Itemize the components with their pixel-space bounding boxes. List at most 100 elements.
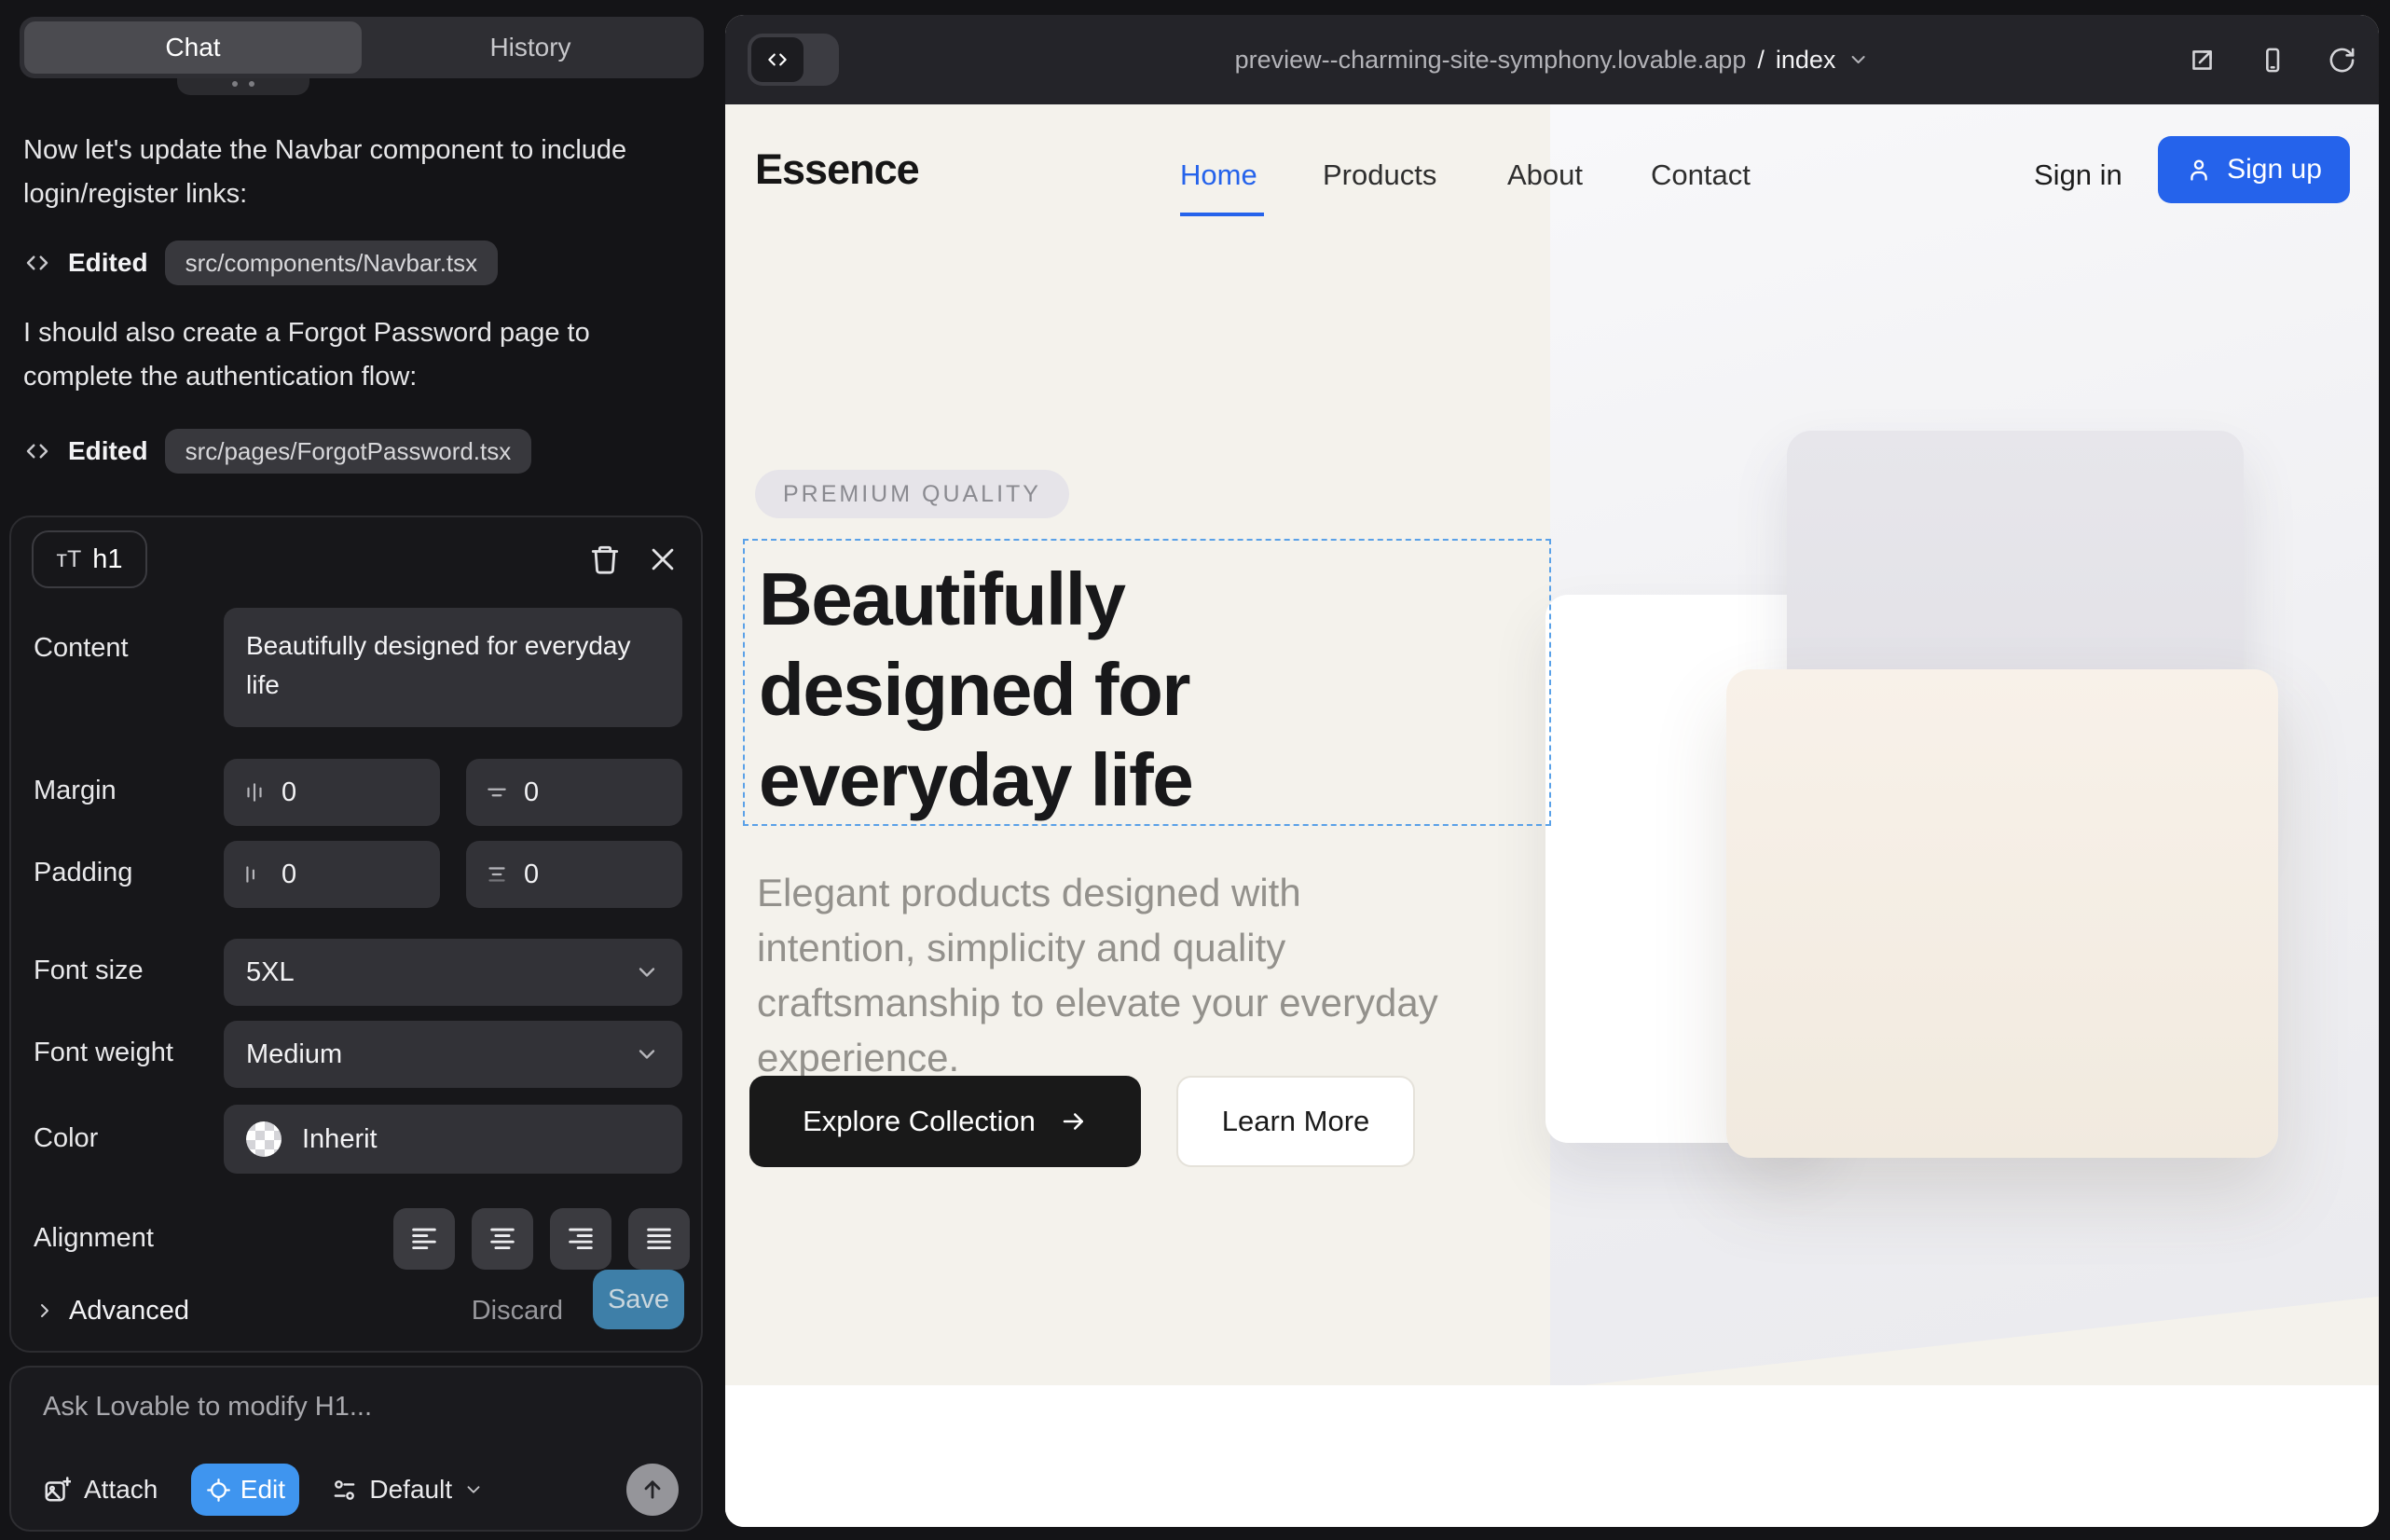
color-label: Color [34,1123,98,1154]
font-size-label: Font size [34,956,144,986]
padding-y-input[interactable] [524,859,636,890]
margin-label: Margin [34,776,117,806]
color-swatch [246,1121,282,1157]
code-toggle-segment[interactable] [751,37,804,82]
align-center-button[interactable] [472,1208,533,1270]
delete-element-button[interactable] [589,543,621,575]
user-icon [2186,157,2212,183]
mobile-view-icon[interactable] [2258,46,2287,75]
url-host: preview--charming-site-symphony.lovable.… [1235,46,1747,75]
edit-label: Edit [240,1475,285,1505]
padding-vertical-icon [485,862,509,887]
tab-chat[interactable]: Chat [24,21,362,74]
assistant-message: I should also create a Forgot Password p… [23,311,666,399]
arrow-right-icon [1060,1107,1088,1135]
element-selection-outline [743,539,1551,826]
edited-file-row: Edited src/pages/ForgotPassword.tsx [23,429,531,474]
align-right-button[interactable] [550,1208,611,1270]
nav-link-contact[interactable]: Contact [1651,158,1751,192]
align-left-icon [408,1223,440,1255]
save-button[interactable]: Save [593,1270,684,1329]
edited-label: Edited [68,436,148,466]
alignment-group [393,1208,690,1270]
url-path: index [1776,46,1836,75]
margin-horizontal-icon [242,780,267,804]
dot [232,81,238,87]
margin-vertical-icon [485,780,509,804]
open-external-icon[interactable] [2188,46,2217,75]
attach-label: Attach [84,1475,158,1505]
site-viewport: Essence Home Products About Contact Sign… [725,104,2379,1527]
close-panel-button[interactable] [647,543,679,575]
mode-selector[interactable]: Default [331,1475,484,1505]
discard-button[interactable]: Discard [472,1282,563,1340]
content-textarea[interactable]: Beautifully designed for everyday life [224,608,682,727]
nav-link-about[interactable]: About [1507,158,1583,192]
learn-more-button[interactable]: Learn More [1176,1076,1415,1167]
element-tag-label: h1 [92,544,122,575]
refresh-icon[interactable] [2328,46,2356,75]
hero-badge: PREMIUM QUALITY [755,470,1069,518]
align-justify-button[interactable] [628,1208,690,1270]
url-separator: / [1757,46,1765,75]
composer-input[interactable] [43,1392,658,1446]
element-tag-pill: тT h1 [32,530,147,588]
element-editor-panel: тT h1 Content Beautifully designed for e… [9,516,703,1353]
code-preview-toggle[interactable] [748,34,839,86]
font-weight-label: Font weight [34,1038,173,1068]
chevron-down-icon [634,959,660,985]
margin-y-field [466,759,682,826]
sliders-icon [331,1477,358,1504]
content-label: Content [34,633,129,664]
preview-actions [2188,46,2356,75]
advanced-label: Advanced [69,1296,189,1327]
margin-x-field [224,759,440,826]
sign-up-button[interactable]: Sign up [2158,136,2350,203]
color-select[interactable]: Inherit [224,1105,682,1174]
padding-x-input[interactable] [282,859,393,890]
assistant-message: Now let's update the Navbar component to… [23,129,666,216]
padding-label: Padding [34,858,132,888]
image-plus-icon [43,1476,71,1504]
tab-history[interactable]: History [362,21,699,74]
file-chip-forgot-password[interactable]: src/pages/ForgotPassword.tsx [165,429,532,474]
padding-y-field [466,841,682,908]
edit-mode-button[interactable]: Edit [191,1464,299,1516]
margin-x-input[interactable] [282,777,393,808]
sign-in-link[interactable]: Sign in [2034,158,2122,192]
align-center-icon [487,1223,518,1255]
code-icon [765,48,790,72]
attach-button[interactable]: Attach [43,1475,158,1505]
code-icon [23,249,51,277]
explore-collection-button[interactable]: Explore Collection [749,1076,1141,1167]
align-justify-icon [643,1223,675,1255]
mode-label: Default [369,1475,452,1505]
decorative-card-beige [1726,669,2278,1158]
margin-y-input[interactable] [524,777,636,808]
preview-header: preview--charming-site-symphony.lovable.… [725,15,2379,104]
font-size-value: 5XL [246,957,295,988]
alignment-label: Alignment [34,1223,154,1254]
font-weight-value: Medium [246,1039,342,1070]
site-logo[interactable]: Essence [755,145,919,194]
font-weight-select[interactable]: Medium [224,1021,682,1088]
chat-history-tabbar: Chat History [20,17,704,78]
font-size-select[interactable]: 5XL [224,939,682,1006]
file-chip-navbar[interactable]: src/components/Navbar.tsx [165,241,499,285]
typography-icon: тT [57,546,82,573]
composer-toolbar: Attach Edit Default [43,1463,679,1517]
send-button[interactable] [626,1464,679,1516]
edited-file-row: Edited src/components/Navbar.tsx [23,241,498,285]
url-bar[interactable]: preview--charming-site-symphony.lovable.… [1235,46,1870,75]
padding-x-field [224,841,440,908]
align-right-icon [565,1223,597,1255]
chevron-right-icon [34,1299,56,1322]
next-section-band [725,1385,2379,1527]
align-left-button[interactable] [393,1208,455,1270]
advanced-toggle[interactable]: Advanced [34,1282,189,1340]
active-nav-underline [1180,213,1264,216]
nav-link-home[interactable]: Home [1180,158,1257,192]
dot [249,81,254,87]
nav-link-products[interactable]: Products [1323,158,1436,192]
chevron-down-icon [1847,48,1869,71]
